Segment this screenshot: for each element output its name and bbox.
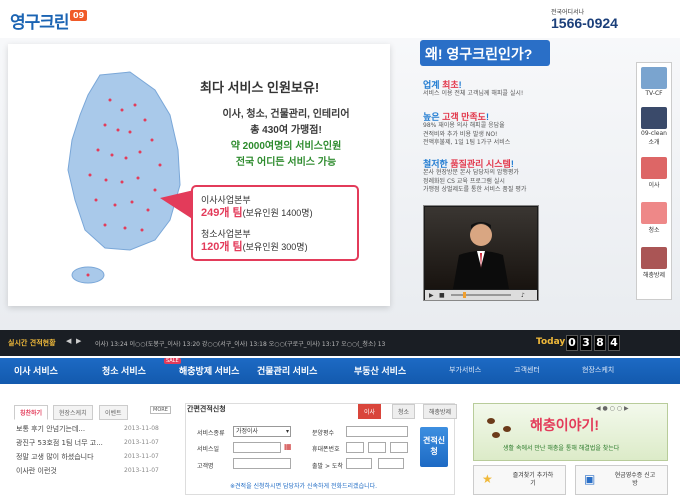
phone-input-3[interactable] (390, 442, 408, 453)
label-kind: 서비스종류 (197, 430, 225, 437)
hero-headline: 최다 서비스 인원보유! (200, 80, 320, 95)
tab-sketch[interactable]: 현장스케치 (53, 405, 93, 420)
progress-handle[interactable] (463, 292, 466, 298)
bug-icon (487, 418, 495, 424)
branch-count: 249개 팀(보유인원 1400명) (201, 207, 313, 219)
video-screen[interactable] (425, 207, 537, 289)
list-date: 2013-11-07 (124, 453, 159, 460)
nav-moving[interactable]: 이사 서비스 (14, 364, 58, 377)
form-tab-pest[interactable]: 해충방제 (423, 404, 458, 419)
logo-badge: 09 (70, 10, 88, 21)
korea-map-icon (67, 71, 181, 284)
why-title: 왜! 영구크린인가? (425, 46, 533, 62)
callout-arrow-icon (160, 190, 194, 220)
hero-line: 전국 어디든 서비스 가능 (235, 157, 337, 168)
ticker-prev-icon[interactable]: ◀ (66, 337, 71, 345)
site-logo[interactable]: 영구크린 (10, 8, 70, 33)
video-progress[interactable] (451, 294, 511, 296)
list-date: 2013-11-08 (124, 425, 159, 432)
tab-praise[interactable]: 칭찬하기 (14, 405, 49, 420)
list-date: 2013-11-07 (124, 467, 159, 474)
name-input[interactable] (233, 458, 291, 469)
nav-realestate[interactable]: 부동산 서비스 (354, 364, 406, 377)
hero-line: 약 2000여명의 서비스인원 (230, 141, 342, 152)
nav-building[interactable]: 건물관리 서비스 (257, 364, 317, 377)
more-button[interactable]: MORE (150, 406, 171, 414)
form-tab-cleaning[interactable]: 청소 (392, 404, 416, 419)
feature-desc: 서비스 이용 전체 고객님께 해피콜 실시! (423, 90, 524, 97)
receipt-icon: ▣ (584, 472, 596, 486)
list-date: 2013-11-07 (124, 439, 159, 446)
label-area: 분양평수 (312, 430, 335, 437)
side-item-pest[interactable]: 해충방제 (639, 247, 669, 279)
ticker-next-icon[interactable]: ▶ (76, 337, 81, 345)
pest-icon (641, 247, 667, 269)
visitor-digit: 3 (580, 335, 592, 351)
today-label: Today (536, 337, 566, 347)
kind-select[interactable]: 가정이사 ▾ (233, 426, 291, 437)
side-item-cleaning[interactable]: 청소 (639, 202, 669, 234)
label-date: 서비스일 (197, 446, 220, 453)
phone-number: 1566-0924 (551, 15, 618, 31)
chevron-down-icon: ▾ (285, 428, 289, 435)
presenter-icon (453, 222, 509, 289)
estimate-submit-button[interactable]: 견적신청 (420, 427, 448, 467)
banner-title: 해충이야기! (530, 417, 600, 433)
side-item-intro[interactable]: 09-clean 소개 (639, 107, 669, 146)
hero-line: 이사, 청소, 건물관리, 인테리어 (222, 109, 350, 120)
stop-icon[interactable]: ■ (439, 292, 445, 299)
nav-sketch[interactable]: 현장스케치 (582, 365, 614, 375)
calendar-icon[interactable]: ▦ (284, 442, 292, 451)
moving-icon (641, 157, 667, 179)
form-title: 간편견적신청 (187, 405, 226, 413)
ticker-title: 실시간 견적현황 (8, 339, 56, 347)
list-item[interactable]: 이사란 이런것 (16, 466, 57, 476)
nav-pest[interactable]: 해충방제 서비스 (179, 364, 239, 377)
bug-icon (503, 426, 511, 432)
visitor-digit: 4 (608, 335, 620, 351)
star-icon: ★ (482, 472, 493, 486)
nav-support[interactable]: 고객센터 (514, 365, 540, 375)
phone-input-2[interactable] (368, 442, 386, 453)
area-input[interactable] (346, 426, 408, 437)
list-item[interactable]: 정말 고생 많이 하셨습니다 (16, 452, 94, 462)
bug-icon (492, 432, 500, 438)
tab-event[interactable]: 이벤트 (99, 405, 128, 420)
phone-input-1[interactable] (346, 442, 364, 453)
branch-box: 이사사업본부 249개 팀(보유인원 1400명) 청소사업본부 120개 팀(… (191, 185, 359, 261)
visitor-digit: 0 (566, 335, 578, 351)
volume-icon[interactable]: ♪ (521, 292, 525, 299)
banner-subtitle: 생활 속에서 만난 해충을 통해 해결법을 찾는다 (503, 445, 620, 452)
tv-icon (641, 67, 667, 89)
cash-receipt-button[interactable]: ▣ 현금영수증 신고방 (575, 465, 668, 495)
cleaning-icon (641, 202, 667, 224)
ticker-text: 이사) 13:24 이○○(도봉구_이사) 13:20 강○○(서구_이사) 1… (95, 341, 386, 348)
label-name: 고객명 (197, 463, 214, 470)
branch-count: 120개 팀(보유인원 300명) (201, 241, 308, 253)
nav-cleaning[interactable]: 청소 서비스 (102, 364, 146, 377)
video-controls[interactable]: ▶ ■ ♪ (425, 290, 537, 300)
origin-input[interactable] (346, 458, 372, 469)
side-item-tvcf[interactable]: TV-CF (639, 67, 669, 97)
list-item[interactable]: 보통 후기 안넘기는데... (16, 424, 85, 434)
side-item-moving[interactable]: 이사 (639, 157, 669, 189)
feature-desc: 98% 재이용 의사 해피콜 응답율 견적비와 추가 비용 발생 NO! 전액후불제… (423, 122, 511, 146)
play-icon[interactable]: ▶ (429, 292, 434, 299)
date-input[interactable] (233, 442, 281, 453)
nav-extra[interactable]: 부가서비스 (449, 365, 481, 375)
label-route: 출발 > 도착 (312, 463, 343, 470)
bookmark-button[interactable]: ★ 즐겨찾기 추가하기 (473, 465, 566, 495)
person-icon (641, 107, 667, 129)
label-phone: 휴대폰번호 (312, 446, 340, 453)
feature-desc: 본사 현장방문 본사 담당자의 암행평가 정례화된 CS 교육 프로그램 실시 가맹… (423, 169, 527, 193)
list-item[interactable]: 광진구 53호점 1팀 너무 고... (16, 438, 103, 448)
visitor-digit: 8 (594, 335, 606, 351)
destination-input[interactable] (378, 458, 404, 469)
banner-pager-icon[interactable]: ◀ ● ○ ○ ▶ (596, 405, 629, 412)
form-note: ※견적을 신청하시면 담당자가 신속하게 전화드리겠습니다. (230, 483, 378, 490)
hero-line: 총 430여 가맹점! (250, 125, 322, 136)
form-tab-moving[interactable]: 이사 (358, 404, 382, 419)
